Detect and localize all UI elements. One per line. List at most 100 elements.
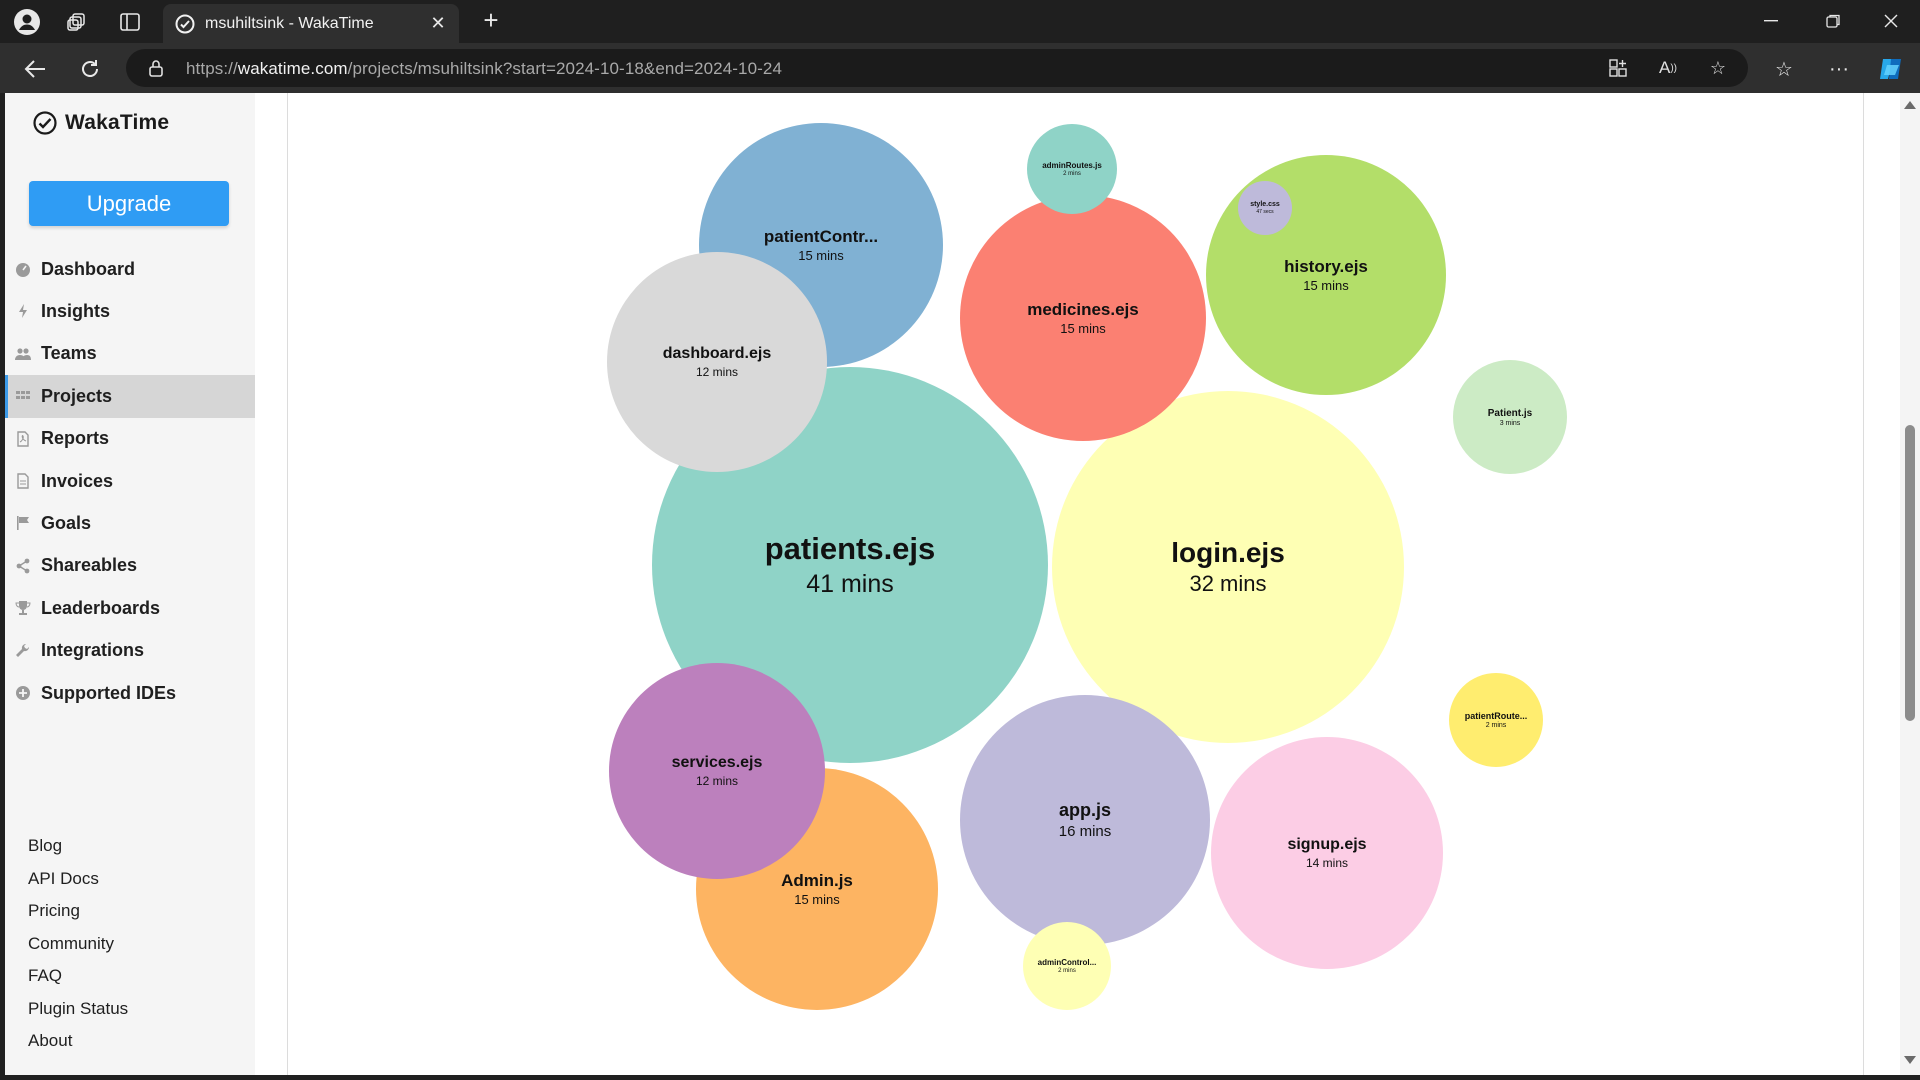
sidebar-item-supported-ides[interactable]: Supported IDEs (5, 672, 255, 714)
file-name: adminControl... (1037, 958, 1097, 967)
back-arrow-icon[interactable] (20, 54, 50, 84)
close-tab-icon[interactable]: ✕ (427, 12, 449, 34)
sidebar-item-reports[interactable]: Reports (5, 418, 255, 460)
file-duration: 15 mins (1303, 278, 1349, 294)
sidebar-item-dashboard[interactable]: Dashboard (5, 248, 255, 290)
file-bubble[interactable]: adminRoutes.js 2 mins (1027, 124, 1117, 214)
sidebar-item-label: Invoices (41, 470, 114, 491)
file-bubble[interactable]: history.ejs 15 mins (1206, 155, 1446, 395)
more-options-icon[interactable]: ··· (1824, 54, 1854, 84)
favorites-icon[interactable]: ☆ (1769, 54, 1799, 84)
read-aloud-icon[interactable]: A)) (1656, 56, 1680, 80)
footer-link-api-docs[interactable]: API Docs (28, 863, 128, 896)
address-bar[interactable]: https://wakatime.com/projects/msuhiltsin… (126, 49, 1748, 87)
file-bubble[interactable]: app.js 16 mins (960, 695, 1210, 945)
sidebar-item-projects[interactable]: Projects (5, 375, 255, 418)
scroll-down-icon[interactable] (1904, 1056, 1916, 1064)
url-prefix: https:// (186, 59, 238, 78)
file-bubble[interactable]: services.ejs 12 mins (609, 663, 825, 879)
grid-icon (16, 391, 30, 400)
file-name: patientContr... (763, 226, 879, 246)
sidebar-item-label: Goals (41, 513, 92, 534)
close-window-icon[interactable] (1874, 8, 1908, 34)
file-bubble[interactable]: Patient.js 3 mins (1453, 360, 1567, 474)
wrench-icon (16, 643, 30, 657)
bolt-icon (19, 304, 27, 319)
file-bubble[interactable]: login.ejs 32 mins (1052, 391, 1404, 743)
file-duration: 14 mins (1305, 855, 1349, 870)
file-duration: 16 mins (1058, 822, 1112, 840)
favorite-star-icon[interactable]: ☆ (1706, 56, 1730, 80)
footer-link-about[interactable]: About (28, 1025, 128, 1058)
scrollbar[interactable] (1900, 93, 1920, 1075)
minimize-icon[interactable] (1754, 8, 1788, 34)
file-duration: 3 mins (1499, 419, 1521, 427)
logo[interactable]: WakaTime (33, 111, 169, 135)
trophy-icon (15, 601, 31, 616)
sidebar-item-shareables[interactable]: Shareables (5, 545, 255, 587)
file-name: Patient.js (1487, 407, 1533, 419)
file-name: services.ejs (671, 754, 763, 772)
refresh-icon[interactable] (75, 54, 105, 84)
sidebar-item-label: Insights (41, 301, 111, 322)
plus-circle-icon (16, 685, 30, 700)
share-icon (16, 558, 30, 574)
upgrade-button[interactable]: Upgrade (29, 181, 229, 226)
pdf-icon (17, 430, 29, 447)
file-icon (17, 473, 29, 489)
file-duration: 2 mins (1485, 722, 1507, 729)
restore-icon[interactable] (1816, 8, 1850, 34)
browser-toolbar: https://wakatime.com/projects/msuhiltsin… (0, 43, 1920, 93)
footer-links: Blog API Docs Pricing Community FAQ Plugin St… (28, 830, 128, 1058)
sidebar-item-label: Integrations (41, 640, 145, 661)
file-bubble[interactable]: adminControl... 2 mins (1023, 922, 1111, 1010)
file-duration: 2 mins (1058, 968, 1076, 974)
file-duration: 47 secs (1256, 209, 1274, 215)
footer-link-blog[interactable]: Blog (28, 830, 128, 863)
file-duration: 15 mins (794, 892, 840, 908)
sidebar-item-integrations[interactable]: Integrations (5, 630, 255, 672)
sidebar-item-label: Supported IDEs (41, 682, 177, 703)
file-bubble[interactable]: medicines.ejs 15 mins (960, 195, 1206, 441)
sidebar-item-invoices[interactable]: Invoices (5, 460, 255, 502)
browser-tab[interactable]: msuhiltsink - WakaTime ✕ (163, 4, 459, 43)
sidebar-item-insights[interactable]: Insights (5, 290, 255, 332)
file-bubble[interactable]: style.css 47 secs (1238, 181, 1292, 235)
sidebar-item-teams[interactable]: Teams (5, 333, 255, 375)
wakatime-favicon-icon (175, 14, 195, 34)
scroll-up-icon[interactable] (1904, 101, 1916, 109)
app-available-icon[interactable] (1606, 56, 1630, 80)
scroll-thumb[interactable] (1905, 425, 1915, 721)
users-icon (15, 348, 31, 360)
vertical-tabs-icon[interactable] (116, 8, 144, 36)
new-tab-icon[interactable]: + (478, 7, 504, 34)
sidebar-item-goals[interactable]: Goals (5, 502, 255, 544)
profile-icon[interactable] (13, 8, 41, 36)
sidebar-item-leaderboards[interactable]: Leaderboards (5, 587, 255, 629)
url-text[interactable]: https://wakatime.com/projects/msuhiltsin… (186, 59, 782, 79)
flag-icon (17, 516, 29, 531)
file-name: app.js (1058, 800, 1111, 821)
footer-link-pricing[interactable]: Pricing (28, 895, 128, 928)
file-name: adminRoutes.js (1042, 161, 1102, 170)
tab-title: msuhiltsink - WakaTime (205, 15, 374, 32)
sidebar: WakaTime Upgrade Dashboard Insights Teams P… (5, 93, 255, 1075)
sidebar-item-label: Projects (41, 385, 113, 406)
url-host: wakatime.com (237, 59, 348, 78)
file-bubble[interactable]: signup.ejs 14 mins (1211, 737, 1443, 969)
lock-icon[interactable] (148, 59, 164, 77)
file-name: signup.ejs (1287, 836, 1367, 854)
copilot-icon[interactable] (1876, 54, 1906, 84)
file-duration: 2 mins (1063, 171, 1081, 177)
file-name: history.ejs (1284, 256, 1368, 276)
footer-link-community[interactable]: Community (28, 928, 128, 961)
file-duration: 12 mins (695, 364, 739, 379)
sidebar-item-label: Shareables (41, 555, 138, 576)
file-bubble[interactable]: dashboard.ejs 12 mins (607, 252, 827, 472)
sidebar-nav: Dashboard Insights Teams Projects Reports Inv… (5, 248, 255, 714)
file-bubble[interactable]: patientRoute... 2 mins (1449, 673, 1543, 767)
footer-link-faq[interactable]: FAQ (28, 960, 128, 993)
footer-link-plugin-status[interactable]: Plugin Status (28, 993, 128, 1026)
workspaces-icon[interactable] (63, 8, 91, 36)
file-name: patients.ejs (764, 531, 936, 567)
